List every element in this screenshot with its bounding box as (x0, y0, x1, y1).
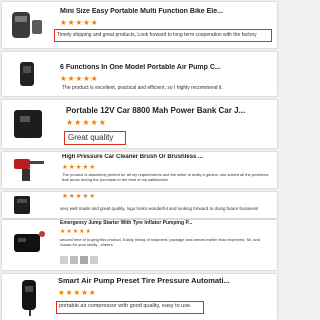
product-title[interactable]: High Pressure Car Cleaner Brush Or Brush… (62, 154, 272, 160)
review-card-3[interactable]: Portable 12V Car 8800 Mah Power Bank Car… (2, 100, 277, 148)
review-photo[interactable] (90, 256, 98, 264)
review-photo-strip (60, 256, 272, 268)
smart-air-pump-icon (22, 280, 36, 316)
review-text: The product is absolutely perfect for al… (62, 172, 269, 182)
power-bank-icon (14, 196, 30, 214)
rating-stars: ★★★★★ (60, 74, 99, 83)
rating-stars: ★★★★★ (58, 288, 97, 297)
jump-starter-kit-icon (14, 231, 45, 252)
product-title[interactable]: Emergency Jump Starter With Tyre Inflato… (60, 220, 272, 226)
rating-stars: ★★★★★ (66, 118, 107, 127)
review-text: portable air compressor with good qualit… (59, 303, 192, 309)
review-text: Great quality (68, 133, 114, 142)
product-title[interactable]: Portable 12V Car 8800 Mah Power Bank Car… (66, 106, 271, 115)
review-card-5[interactable]: ★★★★★ very well made and great quality, … (2, 192, 277, 218)
air-pump-icon (20, 62, 34, 86)
review-card-7[interactable]: Smart Air Pump Preset Tire Pressure Auto… (2, 274, 277, 320)
rating-stars: ★★★★★ (62, 193, 97, 200)
review-photo[interactable] (80, 256, 88, 264)
product-title[interactable]: Mini Size Easy Portable Multi Function B… (60, 8, 270, 15)
review-card-4[interactable]: High Pressure Car Cleaner Brush Or Brush… (2, 152, 277, 188)
review-card-1[interactable]: Mini Size Easy Portable Multi Function B… (2, 2, 277, 48)
review-photo[interactable] (70, 256, 78, 264)
review-text: very well made and great quality, logo l… (60, 206, 259, 211)
review-text: second time of buying this product. Easi… (60, 237, 260, 247)
review-photo[interactable] (60, 256, 68, 264)
portable-bike-pump-icon (12, 12, 42, 38)
product-title[interactable]: 6 Functions In One Model Portable Air Pu… (60, 64, 272, 71)
review-card-2[interactable]: 6 Functions In One Model Portable Air Pu… (2, 52, 277, 96)
rating-stars: ★★★★★ (60, 229, 92, 235)
product-title[interactable]: Smart Air Pump Preset Tire Pressure Auto… (58, 276, 273, 285)
review-text: The product is excellent, practical and … (62, 85, 223, 91)
rating-stars: ★★★★★ (62, 164, 97, 171)
review-card-6[interactable]: Emergency Jump Starter With Tyre Inflato… (2, 220, 277, 270)
review-text: Timely shipping and great products, Look… (57, 32, 257, 38)
jump-starter-icon (14, 110, 42, 138)
rating-stars: ★★★★★ (60, 18, 99, 27)
car-washer-gun-icon (14, 159, 44, 181)
